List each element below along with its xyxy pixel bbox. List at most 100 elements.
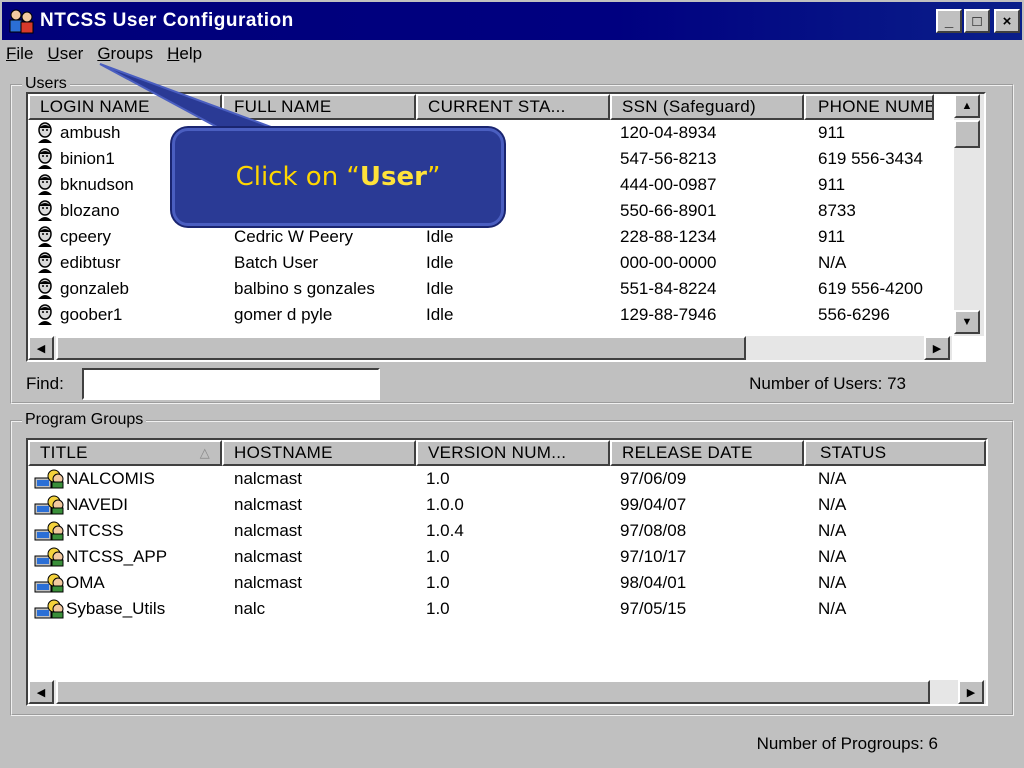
user-row[interactable]: cpeery Cedric W Peery Idle 228-88-1234 911 <box>28 224 944 250</box>
menu-help-mnemonic: H <box>167 44 180 63</box>
cell-release-date: 97/08/08 <box>620 521 687 540</box>
user-head-icon <box>34 278 56 300</box>
close-button[interactable]: × <box>994 9 1020 33</box>
cell-title: NTCSS <box>28 520 222 542</box>
cell-title: OMA <box>28 572 222 594</box>
close-icon: × <box>1002 12 1012 30</box>
user-row[interactable]: gonzaleb balbino s gonzales Idle 551-84-822… <box>28 276 944 302</box>
col-hostname[interactable]: HOSTNAME <box>222 440 416 466</box>
find-input[interactable] <box>82 368 380 400</box>
program-group-icon <box>34 598 64 620</box>
hscroll-thumb[interactable] <box>56 336 746 360</box>
users-vscrollbar[interactable]: ▲ ▼ <box>954 94 984 336</box>
cell-version: 1.0 <box>426 573 450 592</box>
sort-ascending-icon: △ <box>199 445 210 460</box>
user-head-icon <box>34 304 56 326</box>
users-list[interactable]: LOGIN NAME FULL NAME CURRENT STA... SSN … <box>26 92 986 362</box>
menu-user[interactable]: User <box>45 44 95 70</box>
cell-release-date: 98/04/01 <box>620 573 687 592</box>
user-head-icon <box>34 122 56 144</box>
login-text: goober1 <box>60 305 123 324</box>
program-groups-label: Program Groups <box>22 411 147 429</box>
cell-status: N/A <box>818 547 847 566</box>
scroll-right-button[interactable]: ▶ <box>924 336 950 360</box>
col-login-name[interactable]: LOGIN NAME <box>28 94 222 120</box>
users-count: Number of Users: 73 <box>749 374 906 393</box>
cell-ssn: 120-04-8934 <box>620 123 717 142</box>
menu-user-mnemonic: U <box>47 44 60 63</box>
col-title[interactable]: TITLE △ <box>28 440 222 466</box>
cell-login: edibtusr <box>28 252 222 274</box>
title-text: OMA <box>66 573 105 592</box>
cell-phone: 8733 <box>818 201 856 220</box>
user-row[interactable]: edibtusr Batch User Idle 000-00-0000 N/A <box>28 250 944 276</box>
window-controls: _ □ × <box>936 9 1020 33</box>
groups-rows: NALCOMIS nalcmast 1.0 97/06/09 N/A NAVEDI nalc… <box>28 466 984 622</box>
cell-release-date: 99/04/07 <box>620 495 687 514</box>
program-group-icon <box>34 546 64 568</box>
progroups-count: Number of Progroups: 6 <box>756 734 938 753</box>
cell-version: 1.0 <box>426 599 450 618</box>
program-group-row[interactable]: NAVEDI nalcmast 1.0.0 99/04/07 N/A <box>28 492 984 518</box>
scroll-left-button[interactable]: ◀ <box>28 336 54 360</box>
groups-scroll-left-button[interactable]: ◀ <box>28 680 54 704</box>
cell-hostname: nalcmast <box>234 495 303 514</box>
users-group-label: Users <box>22 75 70 93</box>
cell-version: 1.0 <box>426 547 450 566</box>
cell-phone: 911 <box>818 123 846 142</box>
users-hscrollbar[interactable]: ◀ ▶ <box>28 336 952 360</box>
col-status[interactable]: STATUS <box>804 440 986 466</box>
cell-status: N/A <box>818 469 847 488</box>
cell-hostname: nalcmast <box>234 547 303 566</box>
scroll-up-button[interactable]: ▲ <box>954 94 980 118</box>
program-group-row[interactable]: OMA nalcmast 1.0 98/04/01 N/A <box>28 570 984 596</box>
menu-help[interactable]: Help <box>165 44 214 70</box>
title-text: Sybase_Utils <box>66 599 166 618</box>
program-group-row[interactable]: Sybase_Utils nalc 1.0 97/05/15 N/A <box>28 596 984 622</box>
program-group-row[interactable]: NTCSS nalcmast 1.0.4 97/08/08 N/A <box>28 518 984 544</box>
groups-hscroll-thumb[interactable] <box>56 680 930 704</box>
maximize-button[interactable]: □ <box>964 9 990 33</box>
menu-file[interactable]: File <box>4 44 45 70</box>
cell-hostname: nalcmast <box>234 521 303 540</box>
cell-full-name: Cedric W Peery <box>234 227 354 246</box>
cell-full-name: balbino s gonzales <box>234 279 375 298</box>
cell-ssn: 228-88-1234 <box>620 227 717 246</box>
program-group-icon <box>34 520 64 542</box>
scroll-down-button[interactable]: ▼ <box>954 310 980 334</box>
groups-hscrollbar[interactable]: ◀ ▶ <box>28 680 986 704</box>
cell-ssn: 000-00-0000 <box>620 253 717 272</box>
groups-list[interactable]: TITLE △ HOSTNAME VERSION NUM... RELEASE D… <box>26 438 988 706</box>
callout-suffix: ” <box>426 162 441 192</box>
col-version-number[interactable]: VERSION NUM... <box>416 440 610 466</box>
cell-title: NTCSS_APP <box>28 546 222 568</box>
cell-phone: 911 <box>818 227 846 246</box>
user-row[interactable]: goober1 gomer d pyle Idle 129-88-7946 556-62… <box>28 302 944 328</box>
login-text: cpeery <box>60 227 112 246</box>
title-bar[interactable]: NTCSS User Configuration _ □ × <box>2 2 1022 40</box>
cell-hostname: nalcmast <box>234 469 303 488</box>
title-text: NAVEDI <box>66 495 129 514</box>
col-current-status[interactable]: CURRENT STA... <box>416 94 610 120</box>
minimize-button[interactable]: _ <box>936 9 962 33</box>
program-group-row[interactable]: NTCSS_APP nalcmast 1.0 97/10/17 N/A <box>28 544 984 570</box>
col-release-date[interactable]: RELEASE DATE <box>610 440 804 466</box>
cell-status: N/A <box>818 573 847 592</box>
cell-title: Sybase_Utils <box>28 598 222 620</box>
col-full-name[interactable]: FULL NAME <box>222 94 416 120</box>
cell-hostname: nalc <box>234 599 266 618</box>
program-group-row[interactable]: NALCOMIS nalcmast 1.0 97/06/09 N/A <box>28 466 984 492</box>
cell-status: Idle <box>426 305 454 324</box>
cell-ssn: 547-56-8213 <box>620 149 717 168</box>
user-head-icon <box>34 252 56 274</box>
cell-status: Idle <box>426 279 454 298</box>
col-phone-number[interactable]: PHONE NUMB <box>804 94 934 120</box>
scroll-thumb[interactable] <box>954 120 980 148</box>
col-ssn[interactable]: SSN (Safeguard) <box>610 94 804 120</box>
ntcss-app-icon <box>9 9 34 34</box>
menu-groups[interactable]: Groups <box>95 44 165 70</box>
groups-scroll-right-button[interactable]: ▶ <box>958 680 984 704</box>
cell-release-date: 97/05/15 <box>620 599 687 618</box>
cell-status: N/A <box>818 495 847 514</box>
user-head-icon <box>34 174 56 196</box>
